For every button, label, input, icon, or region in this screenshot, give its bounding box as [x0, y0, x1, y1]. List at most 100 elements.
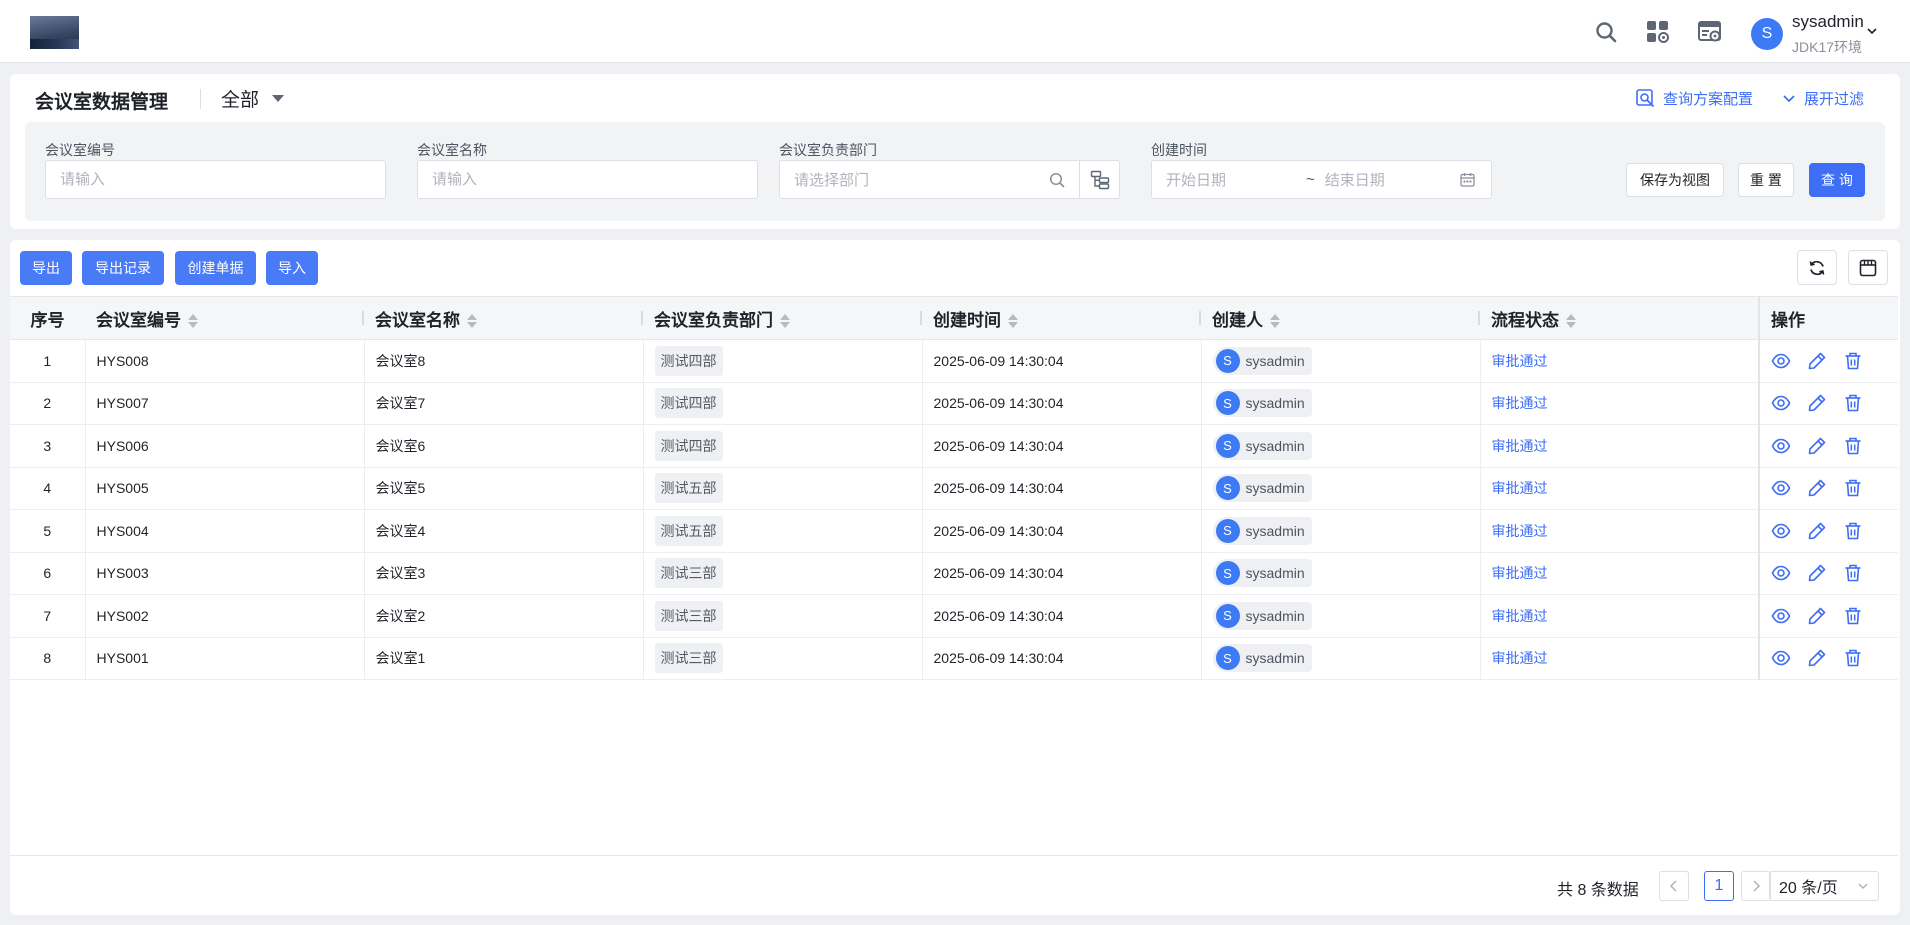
export-button[interactable]: 导出: [20, 251, 72, 285]
table-row[interactable]: 7 HYS002 会议室2 测试三部 2025-06-09 14:30:04 Ssysad…: [10, 594, 1898, 638]
delete-icon[interactable]: [1843, 478, 1863, 498]
sort-icon[interactable]: [188, 314, 198, 329]
column-header-dept[interactable]: 会议室负责部门: [643, 296, 922, 340]
prev-page-button[interactable]: [1659, 871, 1689, 901]
table-row[interactable]: 2 HYS007 会议室7 测试四部 2025-06-09 14:30:04 Ssysad…: [10, 382, 1898, 425]
org-tree-button[interactable]: [1080, 160, 1120, 199]
reset-button[interactable]: 重 置: [1738, 163, 1794, 197]
table-row[interactable]: 8 HYS001 会议室1 测试三部 2025-06-09 14:30:04 Ssysad…: [10, 637, 1898, 680]
status-link[interactable]: 审批通过: [1492, 565, 1548, 581]
delete-icon[interactable]: [1843, 351, 1863, 371]
view-select-label: 全部: [221, 90, 260, 111]
creator-chip[interactable]: Ssysadmin: [1212, 346, 1312, 375]
end-date-input[interactable]: 结束日期: [1325, 169, 1460, 190]
date-range-picker[interactable]: 开始日期 ~ 结束日期: [1151, 160, 1492, 199]
settings-panel-icon[interactable]: [1696, 18, 1724, 46]
dept-filter-input[interactable]: 请选择部门: [779, 160, 1081, 199]
edit-icon[interactable]: [1807, 478, 1827, 498]
creator-chip[interactable]: Ssysadmin: [1212, 644, 1312, 673]
view-icon[interactable]: [1771, 606, 1791, 626]
cell-code: HYS008: [85, 339, 365, 383]
code-filter-input[interactable]: [45, 160, 386, 199]
export-log-button[interactable]: 导出记录: [82, 251, 164, 285]
app-grid-icon[interactable]: [1644, 18, 1672, 46]
view-icon[interactable]: [1771, 393, 1791, 413]
refresh-button[interactable]: [1797, 250, 1837, 285]
query-config-link[interactable]: 查询方案配置: [1636, 88, 1753, 109]
creator-chip[interactable]: Ssysadmin: [1212, 559, 1312, 588]
table-row[interactable]: 5 HYS004 会议室4 测试五部 2025-06-09 14:30:04 Ssysad…: [10, 509, 1898, 553]
creator-chip[interactable]: Ssysadmin: [1212, 389, 1312, 418]
status-link[interactable]: 审批通过: [1492, 480, 1548, 496]
delete-icon[interactable]: [1843, 606, 1863, 626]
column-settings-button[interactable]: [1848, 250, 1888, 285]
table-row[interactable]: 4 HYS005 会议室5 测试五部 2025-06-09 14:30:04 Ssysad…: [10, 467, 1898, 510]
user-name[interactable]: sysadmin: [1792, 12, 1864, 32]
status-link[interactable]: 审批通过: [1492, 353, 1548, 369]
sort-icon[interactable]: [467, 314, 477, 329]
query-config-icon: [1636, 89, 1655, 108]
cell-code: HYS005: [85, 467, 365, 510]
cell-dept: 测试三部: [643, 637, 923, 680]
save-view-button[interactable]: 保存为视图: [1626, 163, 1724, 197]
view-icon[interactable]: [1771, 648, 1791, 668]
edit-icon[interactable]: [1807, 563, 1827, 583]
edit-icon[interactable]: [1807, 648, 1827, 668]
creator-chip[interactable]: Ssysadmin: [1212, 516, 1312, 545]
view-icon[interactable]: [1771, 436, 1791, 456]
expand-filter-link[interactable]: 展开过滤: [1782, 88, 1864, 109]
page-size-select[interactable]: 20 条/页: [1769, 871, 1879, 901]
status-link[interactable]: 审批通过: [1492, 608, 1548, 624]
query-button[interactable]: 查 询: [1809, 163, 1865, 197]
delete-icon[interactable]: [1843, 393, 1863, 413]
status-link[interactable]: 审批通过: [1492, 395, 1548, 411]
column-header-time[interactable]: 创建时间: [922, 296, 1201, 340]
edit-icon[interactable]: [1807, 351, 1827, 371]
creator-chip[interactable]: Ssysadmin: [1212, 474, 1312, 503]
view-icon[interactable]: [1771, 563, 1791, 583]
column-header-name[interactable]: 会议室名称: [364, 296, 643, 340]
chevron-down-icon[interactable]: [1866, 24, 1878, 41]
data-table: 序号 会议室编号 会议室名称 会议室负责部门 创建时间 创建人 流程状态 操作 …: [10, 296, 1898, 680]
delete-icon[interactable]: [1843, 521, 1863, 541]
start-date-input[interactable]: 开始日期: [1166, 169, 1306, 190]
view-select[interactable]: 全部: [221, 85, 285, 112]
status-link[interactable]: 审批通过: [1492, 523, 1548, 539]
logo[interactable]: [30, 16, 79, 49]
table-row[interactable]: 3 HYS006 会议室6 测试四部 2025-06-09 14:30:04 Ssysad…: [10, 424, 1898, 468]
creator-chip[interactable]: Ssysadmin: [1212, 601, 1312, 630]
sort-icon[interactable]: [1008, 314, 1018, 329]
next-page-button[interactable]: [1741, 871, 1771, 901]
column-header-creator[interactable]: 创建人: [1201, 296, 1480, 340]
cell-created-time: 2025-06-09 14:30:04: [922, 424, 1202, 468]
edit-icon[interactable]: [1807, 436, 1827, 456]
view-icon[interactable]: [1771, 478, 1791, 498]
import-button[interactable]: 导入: [266, 251, 318, 285]
table-row[interactable]: 1 HYS008 会议室8 测试四部 2025-06-09 14:30:04 Ssysad…: [10, 339, 1898, 383]
sort-icon[interactable]: [1566, 314, 1576, 329]
edit-icon[interactable]: [1807, 606, 1827, 626]
create-record-button[interactable]: 创建单据: [175, 251, 256, 285]
cell-creator: Ssysadmin: [1201, 637, 1481, 680]
column-header-status[interactable]: 流程状态: [1480, 296, 1759, 340]
sort-icon[interactable]: [780, 314, 790, 329]
edit-icon[interactable]: [1807, 521, 1827, 541]
creator-chip[interactable]: Ssysadmin: [1212, 431, 1312, 460]
delete-icon[interactable]: [1843, 648, 1863, 668]
delete-icon[interactable]: [1843, 436, 1863, 456]
page-number-current[interactable]: 1: [1704, 871, 1734, 901]
table-row[interactable]: 6 HYS003 会议室3 测试三部 2025-06-09 14:30:04 Ssysad…: [10, 552, 1898, 595]
search-icon[interactable]: [1592, 18, 1620, 46]
sort-icon[interactable]: [1270, 314, 1280, 329]
view-icon[interactable]: [1771, 521, 1791, 541]
name-filter-input[interactable]: [417, 160, 758, 199]
status-link[interactable]: 审批通过: [1492, 650, 1548, 666]
delete-icon[interactable]: [1843, 563, 1863, 583]
status-link[interactable]: 审批通过: [1492, 438, 1548, 454]
edit-icon[interactable]: [1807, 393, 1827, 413]
user-avatar[interactable]: S: [1751, 18, 1783, 50]
view-icon[interactable]: [1771, 351, 1791, 371]
column-header-code[interactable]: 会议室编号: [85, 296, 364, 340]
cell-code: HYS007: [85, 382, 365, 425]
cell-dept: 测试四部: [643, 382, 923, 425]
